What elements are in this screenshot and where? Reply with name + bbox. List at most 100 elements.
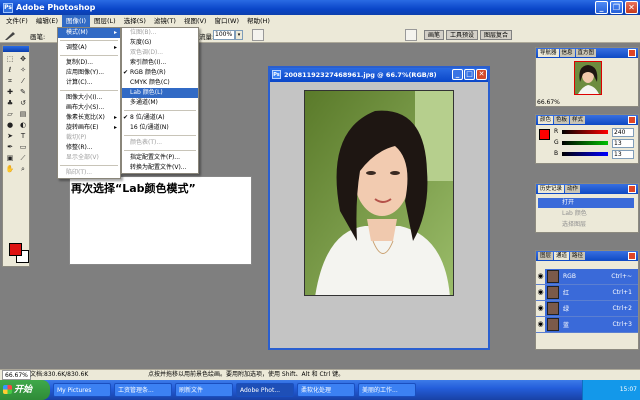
move-tool-icon[interactable]: ✥: [17, 54, 29, 64]
image-menu-item[interactable]: 应用图像(Y)...: [58, 68, 120, 78]
history-brush-icon[interactable]: ↺: [17, 98, 29, 108]
gradient-tool-icon[interactable]: ▤: [17, 109, 29, 119]
menu-select[interactable]: 选择(S): [120, 15, 150, 27]
mode-menu-item[interactable]: 位图(B)...: [122, 28, 198, 38]
menu-window[interactable]: 窗口(W): [210, 15, 243, 27]
palette-tab-tool-presets[interactable]: 工具预设: [446, 30, 479, 40]
image-menu-item[interactable]: 像素长宽比(X) ▸: [58, 113, 120, 123]
mode-menu-item[interactable]: 灰度(G): [122, 38, 198, 48]
history-item[interactable]: 选择图层: [538, 220, 634, 230]
channel-value-input[interactable]: 13: [612, 150, 634, 159]
flow-input[interactable]: 100%: [213, 30, 235, 40]
image-menu-item[interactable]: 计算(C)...: [58, 78, 120, 88]
color-panel-close-icon[interactable]: [628, 116, 636, 124]
mode-menu-item[interactable]: Lab 颜色(L): [122, 88, 198, 98]
menu-image[interactable]: 图像(I): [62, 15, 90, 27]
image-menu-item[interactable]: 图像大小(I)...: [58, 93, 120, 103]
dodge-tool-icon[interactable]: ◐: [17, 120, 29, 130]
taskbar-item[interactable]: 柔软化处理: [297, 383, 355, 397]
channel-slider[interactable]: [562, 141, 608, 145]
mode-menu-item[interactable]: 多通道(M): [122, 98, 198, 108]
restore-button[interactable]: ❐: [610, 1, 623, 14]
slice-tool-icon[interactable]: ⁄: [17, 76, 29, 86]
visibility-eye-icon[interactable]: ◉: [536, 301, 545, 316]
tab-paths[interactable]: 路径: [570, 252, 586, 260]
tab-actions[interactable]: 动作: [565, 185, 581, 193]
menu-filter[interactable]: 滤镜(T): [150, 15, 180, 27]
color-panel-fg-swatch[interactable]: [539, 129, 550, 140]
document-window[interactable]: Ps 20081192327468961.jpg @ 66.7%(RGB/8) …: [268, 66, 490, 350]
flow-dropdown-icon[interactable]: ▾: [235, 30, 243, 40]
tab-histogram[interactable]: 直方图: [575, 49, 597, 57]
image-menu-item[interactable]: 模式(M) ▸: [58, 28, 120, 38]
channel-value-input[interactable]: 240: [612, 128, 634, 137]
visibility-eye-icon[interactable]: ◉: [536, 285, 545, 300]
channel-value-input[interactable]: 13: [612, 139, 634, 148]
mode-menu-item[interactable]: 双色调(D)...: [122, 48, 198, 58]
mode-menu-item[interactable]: 8 位/通道(A) ✔: [122, 113, 198, 123]
start-button[interactable]: 开始: [0, 380, 50, 400]
mode-menu-item[interactable]: 转换为配置文件(V)...: [122, 163, 198, 173]
foreground-color-swatch[interactable]: [9, 243, 22, 256]
minimize-button[interactable]: _: [595, 1, 608, 14]
tab-layers[interactable]: 图层: [538, 252, 554, 260]
menu-layer[interactable]: 图层(L): [90, 15, 120, 27]
menu-file[interactable]: 文件(F): [2, 15, 32, 27]
status-zoom[interactable]: 66.67%: [2, 370, 31, 380]
zoom-tool-icon[interactable]: ⌕: [17, 164, 29, 174]
image-menu-item[interactable]: 画布大小(S)...: [58, 103, 120, 113]
image-menu-item[interactable]: 裁切(P): [58, 133, 120, 143]
history-close-icon[interactable]: [628, 185, 636, 193]
channel-row[interactable]: ◉ 红 Ctrl+1: [536, 285, 638, 301]
taskbar-item[interactable]: My Pictures: [53, 383, 111, 397]
marquee-tool-icon[interactable]: ⬚: [4, 54, 16, 64]
image-menu-item[interactable]: 显示全部(V): [58, 153, 120, 163]
clone-stamp-icon[interactable]: ♣: [4, 98, 16, 108]
airbrush-icon[interactable]: [252, 29, 264, 41]
file-browser-icon[interactable]: [405, 29, 417, 41]
channel-row[interactable]: ◉ RGB Ctrl+~: [536, 269, 638, 285]
tab-swatches[interactable]: 色板: [554, 116, 570, 124]
palette-tab-layer-comps[interactable]: 图层复合: [480, 30, 513, 40]
taskbar-item[interactable]: 美丽的工作...: [358, 383, 416, 397]
image-menu-item[interactable]: 陷印(T)...: [58, 168, 120, 178]
visibility-eye-icon[interactable]: ◉: [536, 317, 545, 332]
document-close-button[interactable]: ✕: [476, 69, 487, 80]
history-item[interactable]: Lab 颜色: [538, 209, 634, 219]
mode-menu-item[interactable]: RGB 颜色(R) ✔: [122, 68, 198, 78]
channel-row[interactable]: ◉ 蓝 Ctrl+3: [536, 317, 638, 333]
tab-channels[interactable]: 通道: [554, 252, 570, 260]
document-minimize-button[interactable]: _: [452, 69, 463, 80]
brush-tool-preset-icon[interactable]: [3, 29, 17, 41]
image-menu-item[interactable]: 调整(A) ▸: [58, 43, 120, 53]
image-menu-item[interactable]: 旋转画布(E) ▸: [58, 123, 120, 133]
navigator-close-icon[interactable]: [628, 49, 636, 57]
menu-help[interactable]: 帮助(H): [243, 15, 274, 27]
pen-tool-icon[interactable]: ✒: [4, 142, 16, 152]
document-maximize-button[interactable]: □: [464, 69, 475, 80]
mode-menu-item[interactable]: 颜色表(T)...: [122, 138, 198, 148]
type-tool-icon[interactable]: T: [17, 131, 29, 141]
hand-tool-icon[interactable]: ✋: [4, 164, 16, 174]
channels-close-icon[interactable]: [628, 252, 636, 260]
notes-tool-icon[interactable]: ▣: [4, 153, 16, 163]
shape-tool-icon[interactable]: ▭: [17, 142, 29, 152]
history-item[interactable]: 打开: [538, 198, 634, 208]
crop-tool-icon[interactable]: ⌗: [4, 76, 16, 86]
path-selection-icon[interactable]: ➤: [4, 131, 16, 141]
tab-styles[interactable]: 样式: [570, 116, 586, 124]
taskbar-item[interactable]: 工资管理条...: [114, 383, 172, 397]
tab-color[interactable]: 颜色: [538, 116, 554, 124]
channel-row[interactable]: ◉ 绿 Ctrl+2: [536, 301, 638, 317]
mode-menu-item[interactable]: 索引颜色(I)...: [122, 58, 198, 68]
image-menu-item[interactable]: 修整(R)...: [58, 143, 120, 153]
mode-menu-item[interactable]: CMYK 颜色(C): [122, 78, 198, 88]
tab-info[interactable]: 信息: [559, 49, 575, 57]
lasso-tool-icon[interactable]: ℓ: [4, 65, 16, 75]
menu-edit[interactable]: 编辑(E): [32, 15, 62, 27]
taskbar-item[interactable]: 刷新文件: [175, 383, 233, 397]
menu-view[interactable]: 视图(V): [180, 15, 211, 27]
channel-slider[interactable]: [562, 152, 608, 156]
visibility-eye-icon[interactable]: ◉: [536, 269, 545, 284]
mode-menu-item[interactable]: 16 位/通道(N): [122, 123, 198, 133]
